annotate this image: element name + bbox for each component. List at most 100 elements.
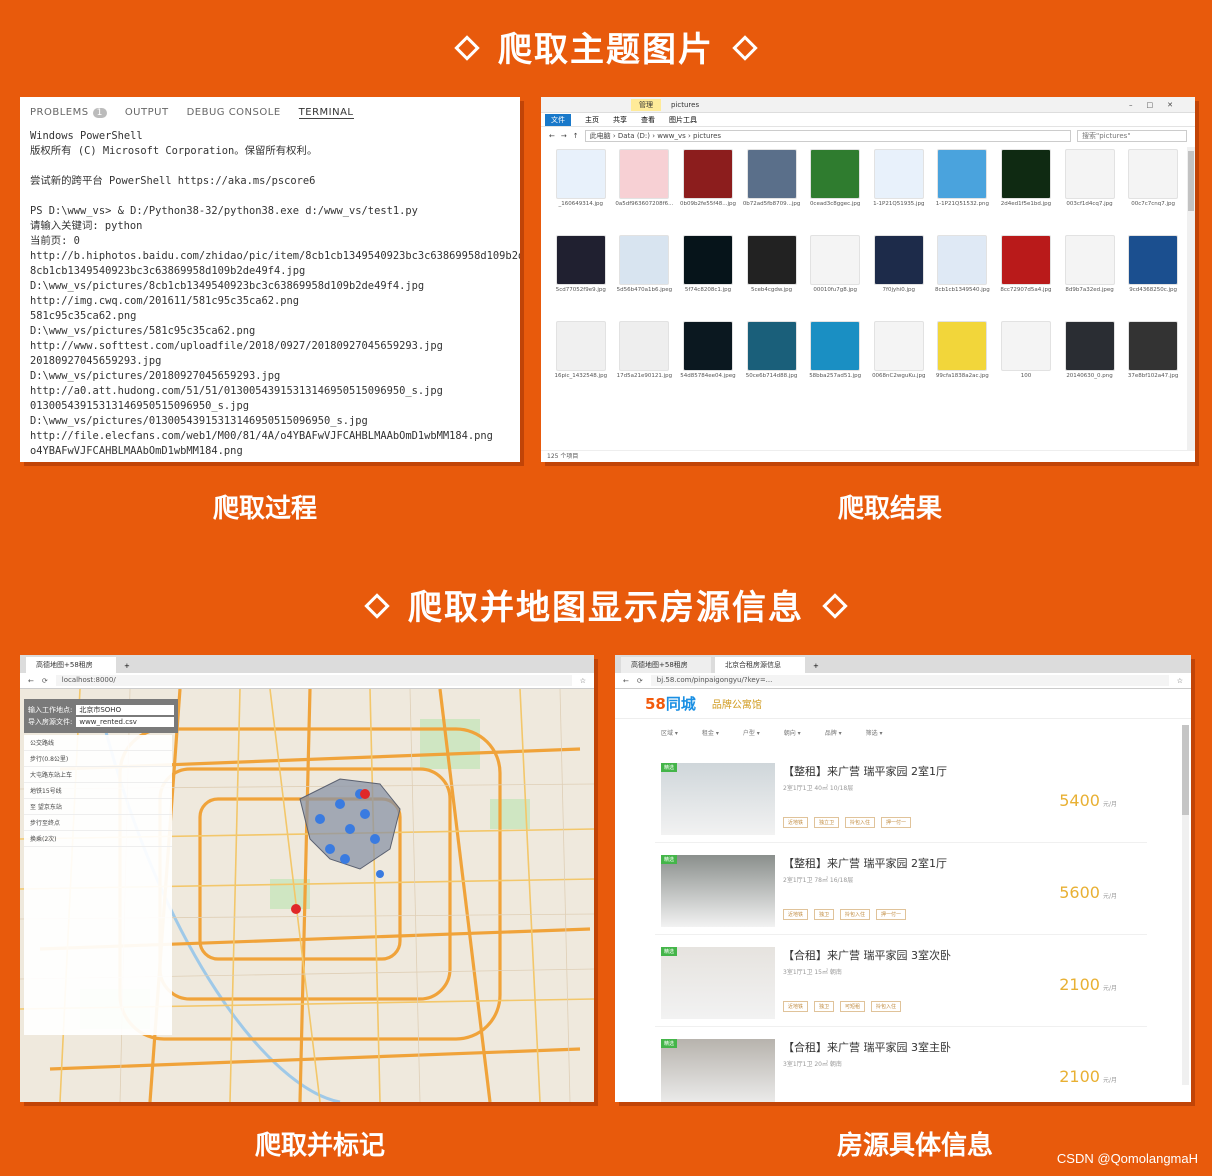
route-step[interactable]: 步行(0.8公里)	[24, 751, 172, 767]
browser-tab-map[interactable]: 高德地图+58租房	[621, 657, 711, 673]
file-item[interactable]: 0b09b2fe55f48...jpg	[676, 149, 740, 229]
file-item[interactable]: 50ce6b714d88.jpg	[740, 321, 804, 401]
scrollbar-thumb[interactable]	[1182, 725, 1189, 815]
listing-features: 近地铁 独卫 可短租 拎包入住	[783, 1001, 902, 1012]
route-step[interactable]: 公交路线	[24, 735, 172, 751]
file-item[interactable]: 17d5a21e90121.jpg	[613, 321, 677, 401]
forward-icon[interactable]: →	[561, 132, 567, 140]
filter-dropdown[interactable]: 朝向 ▾	[784, 728, 801, 737]
file-item[interactable]: 5ceb4cgdw.jpg	[740, 235, 804, 315]
url-bar[interactable]: localhost:8000/	[55, 675, 572, 686]
file-item[interactable]: _160649314.jpg	[549, 149, 613, 229]
route-step[interactable]: 步行至终点	[24, 815, 172, 831]
ribbon-tab[interactable]: 共享	[613, 115, 627, 125]
import-file-input[interactable]: www_rented.csv	[76, 717, 174, 727]
route-step[interactable]: 大屯路东站上车	[24, 767, 172, 783]
back-icon[interactable]: ←	[623, 677, 629, 685]
file-item[interactable]: 2d4ed1f5e1bd.jpg	[994, 149, 1058, 229]
route-step[interactable]: 地铁15号线	[24, 783, 172, 799]
file-item[interactable]: 0a5df963607208f6...	[613, 149, 677, 229]
new-tab-icon[interactable]: +	[120, 659, 134, 673]
filter-dropdown[interactable]: 品牌 ▾	[825, 728, 842, 737]
file-item[interactable]: 00010fu7g8.jpg	[803, 235, 867, 315]
listing-card[interactable]: 精选 【合租】来广营 瑞平家园 3室主卧 3室1厅1卫 20㎡ 朝南 2100 元/月	[655, 1031, 1147, 1102]
file-name: 1-1P21Q51532.png	[935, 201, 990, 207]
ribbon-tab[interactable]: 查看	[641, 115, 655, 125]
listing-card[interactable]: 精选 【整租】来广营 瑞平家园 2室1厅 2室1厅1卫 40㎡ 10/18层 近地铁独…	[655, 755, 1147, 843]
file-item[interactable]: 0068nC2wguKu.jpg	[867, 321, 931, 401]
file-item[interactable]: 58bba257ad51.jpg	[803, 321, 867, 401]
listing-photo[interactable]	[661, 1039, 775, 1102]
file-item[interactable]: 5cd77052f9e9.jpg	[549, 235, 613, 315]
listing-title[interactable]: 【整租】来广营 瑞平家园 2室1厅	[783, 763, 947, 779]
file-item[interactable]: 8cb1cb1349540.jpg	[931, 235, 995, 315]
listing-price: 2100 元/月	[1059, 1067, 1117, 1086]
back-icon[interactable]: ←	[549, 132, 555, 140]
listing-card[interactable]: 精选 【合租】来广营 瑞平家园 3室次卧 3室1厅1卫 15㎡ 朝南 近地铁 独卫 可短租…	[655, 939, 1147, 1027]
file-item[interactable]: 9cd4368250c.jpg	[1121, 235, 1185, 315]
up-icon[interactable]: ↑	[573, 132, 579, 140]
route-step[interactable]: 至 望京东站	[24, 799, 172, 815]
ribbon-tool-tab[interactable]: 管理	[631, 98, 661, 111]
file-name: 00010fu7g8.jpg	[813, 287, 857, 293]
listing-title[interactable]: 【合租】来广营 瑞平家园 3室主卧	[783, 1039, 951, 1055]
file-item[interactable]: 5d56b470a1b6.jpeg	[613, 235, 677, 315]
route-step[interactable]: 换乘(2次)	[24, 831, 172, 847]
map-view[interactable]: 输入工作地点: 北京市SOHO 导入房源文件: www_rented.csv 公…	[20, 689, 594, 1102]
back-icon[interactable]: ←	[28, 677, 34, 685]
file-item[interactable]: 8d9b7a32ed.jpeg	[1058, 235, 1122, 315]
file-thumbnail	[1000, 149, 1051, 199]
filter-dropdown[interactable]: 户型 ▾	[743, 728, 760, 737]
browser-tab[interactable]: 高德地图+58租房	[26, 657, 116, 673]
apartment-label[interactable]: 品牌公寓馆	[712, 696, 762, 711]
scrollbar[interactable]	[1187, 147, 1195, 450]
filter-dropdown[interactable]: 租金 ▾	[702, 728, 719, 737]
ribbon-tab[interactable]: 图片工具	[669, 115, 697, 125]
work-location-input[interactable]: 北京市SOHO	[76, 705, 174, 715]
address-bar[interactable]: 此电脑 › Data (D:) › www_vs › pictures	[584, 130, 1071, 142]
file-item[interactable]: 003cf1d4cq7.jpg	[1058, 149, 1122, 229]
filter-dropdown[interactable]: 筛选 ▾	[866, 728, 883, 737]
listing-title[interactable]: 【合租】来广营 瑞平家园 3室次卧	[783, 947, 951, 963]
browser-tab[interactable]: 北京合租房源信息	[715, 657, 805, 673]
file-item[interactable]: 1-1P21Q51935.jpg	[867, 149, 931, 229]
file-item[interactable]: 54d85784ee04.jpeg	[676, 321, 740, 401]
site-logo[interactable]: 58同城	[645, 693, 696, 714]
star-icon[interactable]: ☆	[1177, 677, 1183, 685]
listing-photo[interactable]	[661, 763, 775, 835]
file-item[interactable]: 5f74c8208c1.jpg	[676, 235, 740, 315]
window-controls[interactable]: –□✕	[1129, 101, 1187, 109]
listing-photo[interactable]	[661, 947, 775, 1019]
file-item[interactable]: 0cead3c8ggec.jpg	[803, 149, 867, 229]
terminal-tab[interactable]: PROBLEMS 1	[30, 107, 107, 119]
file-item[interactable]: 37e8bf102a47.jpg	[1121, 321, 1185, 401]
file-item[interactable]: 0b72ad5fb8709...jpg	[740, 149, 804, 229]
listing-title[interactable]: 【整租】来广营 瑞平家园 2室1厅	[783, 855, 947, 871]
scrollbar-thumb[interactable]	[1188, 151, 1194, 211]
file-name: 37e8bf102a47.jpg	[1127, 373, 1179, 379]
ribbon-tab[interactable]: 文件	[545, 113, 571, 126]
file-item[interactable]: 100	[994, 321, 1058, 401]
refresh-icon[interactable]: ⟳	[637, 677, 643, 685]
file-item[interactable]: 1-1P21Q51532.png	[931, 149, 995, 229]
terminal-tab[interactable]: TERMINAL	[298, 107, 354, 119]
file-item[interactable]: 7f0jyhi0.jpg	[867, 235, 931, 315]
file-name: 0b09b2fe55f48...jpg	[679, 201, 736, 207]
filter-dropdown[interactable]: 区域 ▾	[661, 728, 678, 737]
terminal-tab[interactable]: DEBUG CONSOLE	[187, 107, 281, 119]
star-icon[interactable]: ☆	[580, 677, 586, 685]
file-item[interactable]: 00c7c7cnq7.jpg	[1121, 149, 1185, 229]
file-item[interactable]: 16pic_1432548.jpg	[549, 321, 613, 401]
ribbon-tab[interactable]: 主页	[585, 115, 599, 125]
terminal-tab[interactable]: OUTPUT	[125, 107, 169, 119]
scrollbar[interactable]	[1182, 725, 1189, 1085]
listing-photo[interactable]	[661, 855, 775, 927]
search-input[interactable]: 搜索"pictures"	[1077, 130, 1187, 142]
refresh-icon[interactable]: ⟳	[42, 677, 48, 685]
file-item[interactable]: 8cc72907d5a4.jpg	[994, 235, 1058, 315]
file-item[interactable]: 20140630_0.png	[1058, 321, 1122, 401]
url-bar[interactable]: bj.58.com/pinpaigongyu/?key=...	[650, 675, 1169, 686]
listing-card[interactable]: 精选 【整租】来广营 瑞平家园 2室1厅 2室1厅1卫 78㎡ 16/18层 近地铁独…	[655, 847, 1147, 935]
new-tab-icon[interactable]: +	[809, 659, 823, 673]
file-item[interactable]: 99cfa1838a2ac.jpg	[931, 321, 995, 401]
